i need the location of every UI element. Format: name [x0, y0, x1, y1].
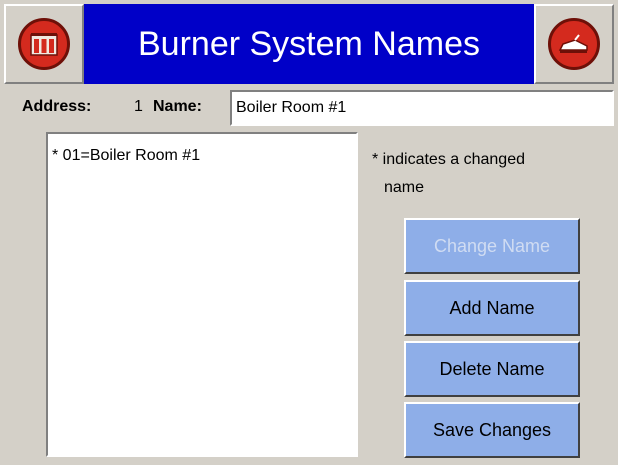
address-row: Address: 1 Name: — [22, 90, 614, 126]
names-listbox[interactable]: * 01=Boiler Room #1 — [46, 132, 358, 457]
title-bar: Burner System Names — [4, 4, 614, 84]
address-label: Address: — [22, 98, 92, 115]
changed-note-line2: name — [384, 179, 425, 196]
name-label: Name: — [153, 98, 202, 115]
exit-icon — [548, 18, 600, 70]
save-changes-button[interactable]: Save Changes — [404, 402, 580, 458]
changed-note: * indicates a changed name — [372, 146, 602, 202]
exit-button[interactable] — [534, 4, 614, 84]
delete-name-button[interactable]: Delete Name — [404, 341, 580, 397]
changed-note-line1: * indicates a changed — [372, 151, 525, 168]
list-item[interactable]: * 01=Boiler Room #1 — [48, 134, 356, 166]
add-name-button[interactable]: Add Name — [404, 280, 580, 336]
address-value: 1 — [134, 98, 143, 115]
page-title: Burner System Names — [138, 25, 480, 63]
name-input[interactable] — [230, 90, 614, 126]
change-name-button[interactable]: Change Name — [404, 218, 580, 274]
